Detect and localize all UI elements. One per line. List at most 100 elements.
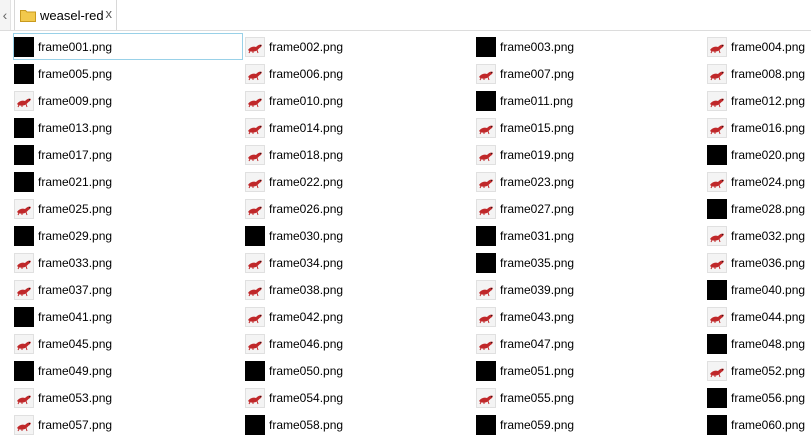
weasel-thumbnail-icon xyxy=(476,387,496,408)
file-item[interactable]: frame054.png xyxy=(245,385,345,410)
file-item[interactable]: frame008.png xyxy=(707,61,807,86)
file-name: frame035.png xyxy=(500,255,575,270)
file-item[interactable]: frame044.png xyxy=(707,304,807,329)
file-item[interactable]: frame021.png xyxy=(14,169,114,194)
file-name: frame039.png xyxy=(500,282,575,297)
file-item[interactable]: frame040.png xyxy=(707,277,807,302)
file-item[interactable]: frame015.png xyxy=(476,115,576,140)
file-item[interactable]: frame006.png xyxy=(245,61,345,86)
file-item[interactable]: frame055.png xyxy=(476,385,576,410)
file-item[interactable]: frame003.png xyxy=(476,34,576,59)
file-name: frame010.png xyxy=(269,93,344,108)
file-item[interactable]: frame042.png xyxy=(245,304,345,329)
weasel-thumbnail-icon xyxy=(245,306,265,327)
file-name: frame015.png xyxy=(500,120,575,135)
weasel-thumbnail-icon xyxy=(476,144,496,165)
file-item[interactable]: frame001.png xyxy=(13,33,243,60)
black-thumbnail-icon xyxy=(14,171,34,192)
weasel-thumbnail-icon xyxy=(245,333,265,354)
file-item[interactable]: frame059.png xyxy=(476,412,576,437)
tab-scroll-left-button[interactable]: ‹ xyxy=(0,0,11,30)
file-item[interactable]: frame005.png xyxy=(14,61,114,86)
file-item[interactable]: frame052.png xyxy=(707,358,807,383)
file-item[interactable]: frame016.png xyxy=(707,115,807,140)
file-item[interactable]: frame002.png xyxy=(245,34,345,59)
file-item[interactable]: frame038.png xyxy=(245,277,345,302)
file-name: frame023.png xyxy=(500,174,575,189)
file-name: frame051.png xyxy=(500,363,575,378)
tab-weasel-red[interactable]: weasel-red x xyxy=(14,0,117,30)
file-name: frame005.png xyxy=(38,66,113,81)
file-name: frame020.png xyxy=(731,147,806,162)
black-thumbnail-icon xyxy=(14,144,34,165)
file-item[interactable]: frame004.png xyxy=(707,34,807,59)
file-name: frame030.png xyxy=(269,228,344,243)
file-name: frame041.png xyxy=(38,309,113,324)
weasel-thumbnail-icon xyxy=(14,279,34,300)
file-name: frame034.png xyxy=(269,255,344,270)
file-item[interactable]: frame031.png xyxy=(476,223,576,248)
file-item[interactable]: frame057.png xyxy=(14,412,114,437)
file-item[interactable]: frame009.png xyxy=(14,88,114,113)
file-name: frame057.png xyxy=(38,417,113,432)
file-item[interactable]: frame027.png xyxy=(476,196,576,221)
weasel-thumbnail-icon xyxy=(245,387,265,408)
file-name: frame044.png xyxy=(731,309,806,324)
file-item[interactable]: frame030.png xyxy=(245,223,345,248)
file-item[interactable]: frame035.png xyxy=(476,250,576,275)
file-item[interactable]: frame060.png xyxy=(707,412,807,437)
weasel-thumbnail-icon xyxy=(707,117,727,138)
file-item[interactable]: frame036.png xyxy=(707,250,807,275)
file-item[interactable]: frame032.png xyxy=(707,223,807,248)
file-item[interactable]: frame025.png xyxy=(14,196,114,221)
weasel-thumbnail-icon xyxy=(14,333,34,354)
file-item[interactable]: frame039.png xyxy=(476,277,576,302)
file-item[interactable]: frame007.png xyxy=(476,61,576,86)
file-item[interactable]: frame020.png xyxy=(707,142,807,167)
file-item[interactable]: frame029.png xyxy=(14,223,114,248)
file-item[interactable]: frame017.png xyxy=(14,142,114,167)
close-icon[interactable]: x xyxy=(106,7,113,21)
file-item[interactable]: frame012.png xyxy=(707,88,807,113)
file-name: frame008.png xyxy=(731,66,806,81)
file-item[interactable]: frame018.png xyxy=(245,142,345,167)
file-item[interactable]: frame010.png xyxy=(245,88,345,113)
file-item[interactable]: frame026.png xyxy=(245,196,345,221)
file-item[interactable]: frame037.png xyxy=(14,277,114,302)
weasel-thumbnail-icon xyxy=(245,171,265,192)
file-item[interactable]: frame013.png xyxy=(14,115,114,140)
file-item[interactable]: frame022.png xyxy=(245,169,345,194)
file-item[interactable]: frame053.png xyxy=(14,385,114,410)
file-item[interactable]: frame058.png xyxy=(245,412,345,437)
file-item[interactable]: frame011.png xyxy=(476,88,576,113)
file-name: frame042.png xyxy=(269,309,344,324)
file-item[interactable]: frame023.png xyxy=(476,169,576,194)
weasel-thumbnail-icon xyxy=(707,306,727,327)
black-thumbnail-icon xyxy=(476,90,496,111)
file-item[interactable]: frame034.png xyxy=(245,250,345,275)
file-name: frame006.png xyxy=(269,66,344,81)
file-item[interactable]: frame028.png xyxy=(707,196,807,221)
file-item[interactable]: frame051.png xyxy=(476,358,576,383)
file-item[interactable]: frame048.png xyxy=(707,331,807,356)
file-item[interactable]: frame046.png xyxy=(245,331,345,356)
file-name: frame053.png xyxy=(38,390,113,405)
file-item[interactable]: frame033.png xyxy=(14,250,114,275)
file-item[interactable]: frame014.png xyxy=(245,115,345,140)
file-item[interactable]: frame047.png xyxy=(476,331,576,356)
black-thumbnail-icon xyxy=(14,117,34,138)
file-name: frame050.png xyxy=(269,363,344,378)
file-item[interactable]: frame045.png xyxy=(14,331,114,356)
file-item[interactable]: frame041.png xyxy=(14,304,114,329)
file-item[interactable]: frame049.png xyxy=(14,358,114,383)
file-name: frame022.png xyxy=(269,174,344,189)
file-name: frame049.png xyxy=(38,363,113,378)
file-item[interactable]: frame024.png xyxy=(707,169,807,194)
file-item[interactable]: frame043.png xyxy=(476,304,576,329)
weasel-thumbnail-icon xyxy=(245,117,265,138)
weasel-thumbnail-icon xyxy=(14,414,34,435)
folder-icon xyxy=(20,9,36,22)
file-item[interactable]: frame056.png xyxy=(707,385,807,410)
file-item[interactable]: frame050.png xyxy=(245,358,345,383)
file-item[interactable]: frame019.png xyxy=(476,142,576,167)
